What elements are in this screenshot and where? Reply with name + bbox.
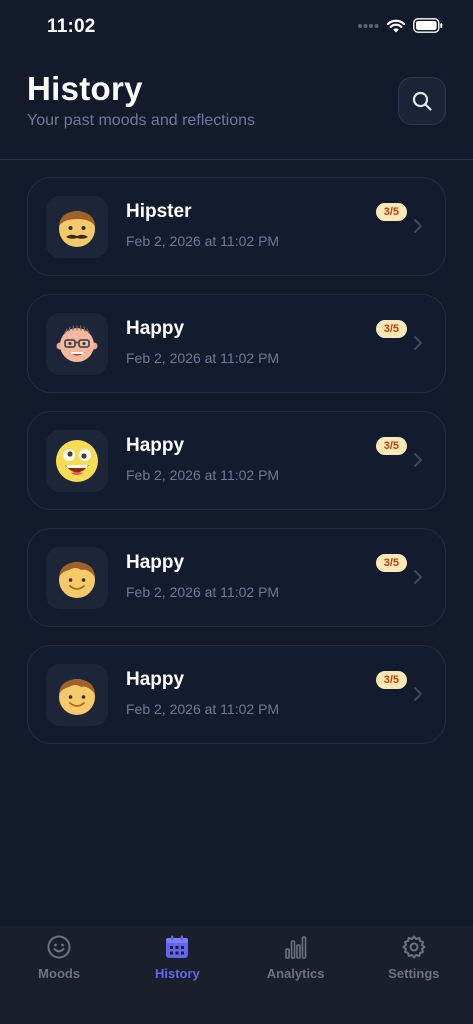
rating-badge: 3/5 bbox=[375, 320, 407, 338]
laughing-emoji-icon bbox=[56, 440, 98, 482]
page-header: History Your past moods and reflections bbox=[0, 60, 473, 160]
tab-label: History bbox=[154, 966, 200, 981]
rating-badge: 3/5 bbox=[375, 554, 407, 572]
status-time: 11:02 bbox=[47, 16, 96, 37]
history-entry[interactable]: Hipster Feb 2, 2026 at 11:02 PM 3/5 bbox=[27, 177, 446, 276]
tab-label: Moods bbox=[38, 966, 81, 981]
history-list: Hipster Feb 2, 2026 at 11:02 PM 3/5 Happ… bbox=[27, 177, 446, 762]
tab-analytics[interactable]: Analytics bbox=[237, 926, 355, 986]
avatar bbox=[46, 313, 108, 375]
history-entry[interactable]: Happy Feb 2, 2026 at 11:02 PM 3/5 bbox=[27, 645, 446, 744]
entry-timestamp: Feb 2, 2026 at 11:02 PM bbox=[126, 233, 280, 249]
tab-settings[interactable]: Settings bbox=[355, 926, 473, 986]
avatar bbox=[46, 430, 108, 492]
tab-label: Settings bbox=[388, 966, 440, 981]
tab-label: Analytics bbox=[266, 966, 325, 981]
tab-moods[interactable]: Moods bbox=[0, 926, 118, 986]
bald-glasses-face-icon bbox=[56, 325, 98, 362]
chevron-right-icon bbox=[414, 687, 422, 701]
entry-timestamp: Feb 2, 2026 at 11:02 PM bbox=[126, 701, 280, 717]
tab-history[interactable]: History bbox=[118, 926, 236, 986]
gear-icon bbox=[402, 935, 426, 959]
chevron-right-icon bbox=[414, 570, 422, 584]
search-button[interactable] bbox=[398, 77, 446, 125]
avatar bbox=[46, 547, 108, 609]
chevron-right-icon bbox=[414, 336, 422, 350]
search-icon bbox=[412, 91, 432, 111]
mood-name: Happy bbox=[126, 552, 185, 573]
hipster-face-icon bbox=[59, 211, 95, 247]
status-icons bbox=[357, 18, 443, 33]
smiling-boy-face-icon bbox=[59, 679, 95, 715]
page-subtitle: Your past moods and reflections bbox=[27, 112, 255, 129]
page-title: History bbox=[27, 70, 143, 107]
smiley-icon bbox=[47, 935, 71, 959]
rating-badge: 3/5 bbox=[375, 203, 407, 221]
smiling-boy-face-icon bbox=[59, 562, 95, 598]
tab-bar: Moods History Analytics Settings bbox=[0, 926, 473, 1024]
entry-timestamp: Feb 2, 2026 at 11:02 PM bbox=[126, 467, 280, 483]
bar-chart-icon bbox=[284, 936, 306, 959]
history-entry[interactable]: Happy Feb 2, 2026 at 11:02 PM 3/5 bbox=[27, 294, 446, 393]
avatar bbox=[46, 664, 108, 726]
mood-name: Happy bbox=[126, 318, 185, 339]
chevron-right-icon bbox=[414, 453, 422, 467]
history-entry[interactable]: Happy Feb 2, 2026 at 11:02 PM 3/5 bbox=[27, 411, 446, 510]
mood-name: Happy bbox=[126, 435, 185, 456]
status-bar: 11:02 bbox=[0, 0, 473, 54]
mood-name: Happy bbox=[126, 669, 185, 690]
entry-timestamp: Feb 2, 2026 at 11:02 PM bbox=[126, 350, 280, 366]
wifi-icon bbox=[387, 19, 405, 32]
rating-badge: 3/5 bbox=[375, 437, 407, 455]
entry-timestamp: Feb 2, 2026 at 11:02 PM bbox=[126, 584, 280, 600]
avatar bbox=[46, 196, 108, 258]
calendar-icon bbox=[166, 935, 189, 958]
battery-icon bbox=[413, 18, 443, 33]
rating-badge: 3/5 bbox=[375, 671, 407, 689]
history-entry[interactable]: Happy Feb 2, 2026 at 11:02 PM 3/5 bbox=[27, 528, 446, 627]
chevron-right-icon bbox=[414, 219, 422, 233]
mood-name: Hipster bbox=[126, 201, 192, 222]
signal-dots-icon bbox=[358, 23, 379, 28]
